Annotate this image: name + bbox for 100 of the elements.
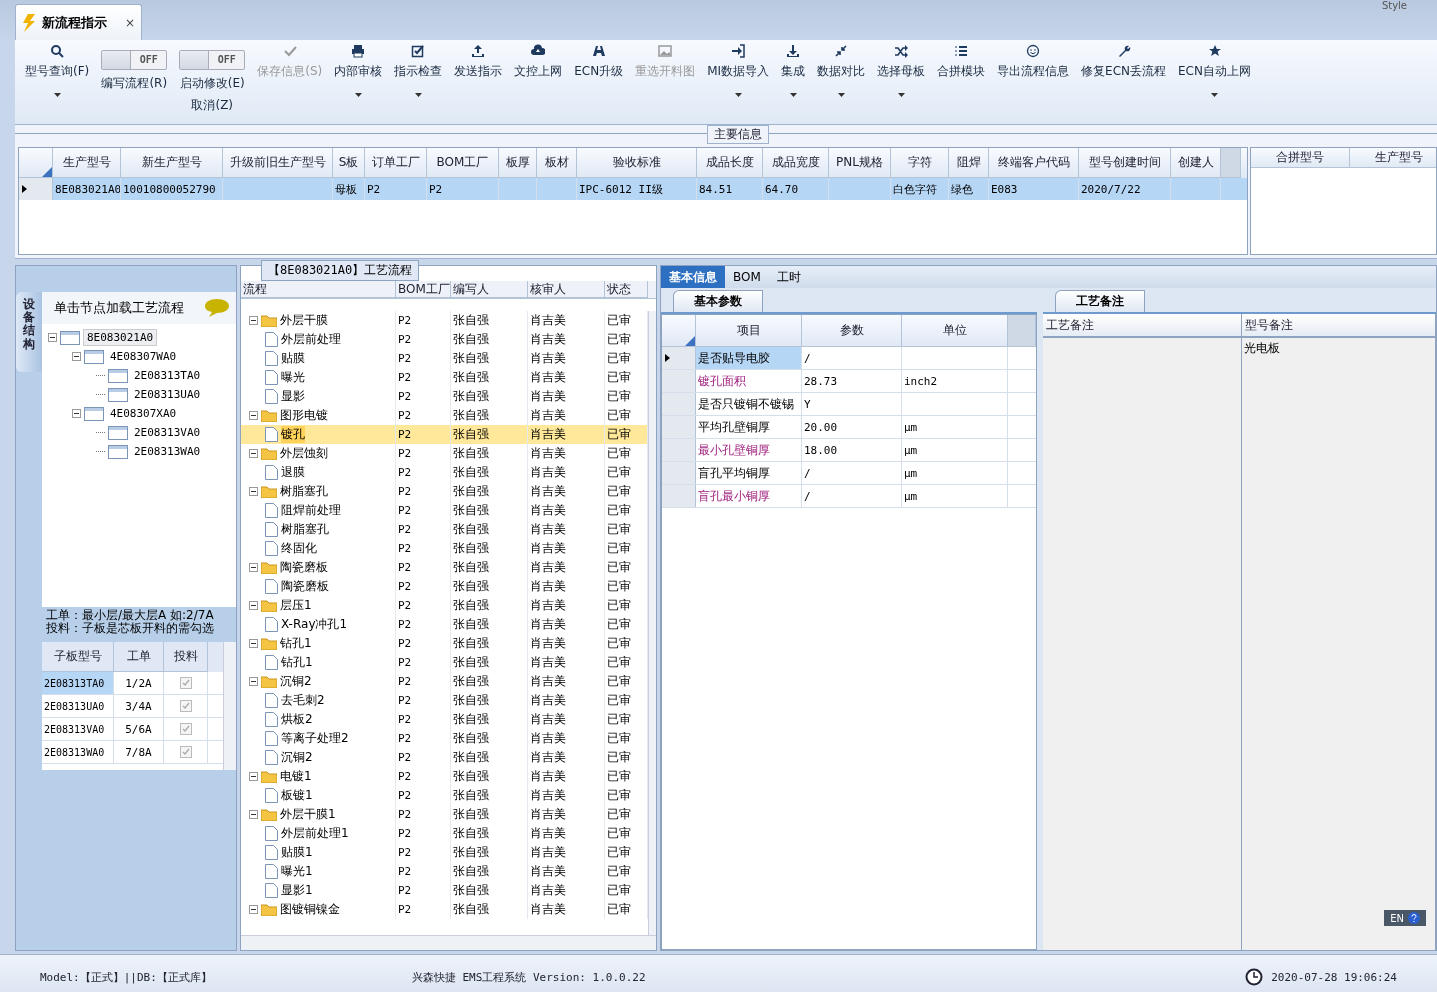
toolbar-button[interactable]: 文控上网 <box>508 42 569 122</box>
toolbar-button[interactable]: MI数据导入 <box>701 42 776 122</box>
toggle-switch[interactable]: OFF <box>101 50 168 70</box>
table-row[interactable]: 2E08313TA0 1/2A <box>42 672 223 695</box>
toggle-switch[interactable]: OFF <box>179 50 246 70</box>
column-header[interactable]: 投料 <box>164 642 208 672</box>
process-row[interactable]: 退膜 P2 张自强 肖吉美 已审 <box>241 463 648 482</box>
column-header[interactable]: 工单 <box>114 642 164 672</box>
process-row[interactable]: 阻焊前处理 P2 张自强 肖吉美 已审 <box>241 501 648 520</box>
column-header[interactable]: 流程 <box>241 281 396 298</box>
toolbar-button[interactable]: 型号查询(F) <box>19 42 96 122</box>
table-row[interactable]: 8E083021A0 10010800052790 母板 P2 P2 IPC-6012 II级 84.51 64.70 白色字符 绿色 E083 2020/7/22 <box>19 178 1247 200</box>
tab[interactable]: 基本信息 <box>661 266 725 288</box>
scrollbar[interactable] <box>648 311 656 935</box>
toolbar-button[interactable]: 集成 <box>775 42 812 122</box>
process-row[interactable]: 外层蚀刻 P2 张自强 肖吉美 已审 <box>241 444 648 463</box>
process-row[interactable]: 沉铜2 P2 张自强 肖吉美 已审 <box>241 748 648 767</box>
column-header[interactable]: 核审人 <box>528 281 605 298</box>
process-row[interactable]: 贴膜1 P2 张自强 肖吉美 已审 <box>241 843 648 862</box>
collapse-icon[interactable] <box>249 905 258 914</box>
column-header[interactable]: 生产型号 <box>1350 148 1436 168</box>
scrollbar[interactable] <box>241 935 656 950</box>
collapse-icon[interactable] <box>249 772 258 781</box>
process-row[interactable]: 陶瓷磨板 P2 张自强 肖吉美 已审 <box>241 558 648 577</box>
table-row[interactable]: 2E08313UA0 3/4A <box>42 695 223 718</box>
toolbar-button[interactable]: 修复ECN丢流程 <box>1075 42 1173 122</box>
table-cell[interactable]: 平均孔壁铜厚 <box>696 416 802 438</box>
document-tab[interactable]: 新流程指示 × <box>15 4 142 40</box>
process-row[interactable]: X-Ray冲孔1 P2 张自强 肖吉美 已审 <box>241 615 648 634</box>
process-row[interactable]: 外层前处理 P2 张自强 肖吉美 已审 <box>241 330 648 349</box>
close-icon[interactable]: × <box>124 15 135 30</box>
process-row[interactable]: 板镀1 P2 张自强 肖吉美 已审 <box>241 786 648 805</box>
table-cell[interactable]: 最小孔壁铜厚 <box>696 439 802 461</box>
collapse-icon[interactable] <box>48 333 57 342</box>
collapse-icon[interactable] <box>249 316 258 325</box>
process-row[interactable]: 树脂塞孔 P2 张自强 肖吉美 已审 <box>241 482 648 501</box>
side-tab[interactable]: 设备结构 <box>16 292 42 372</box>
column-header[interactable]: 合拼型号 <box>1251 148 1350 168</box>
process-row[interactable]: 贴膜 P2 张自强 肖吉美 已审 <box>241 349 648 368</box>
table-row[interactable]: 2E08313VA0 5/6A <box>42 718 223 741</box>
table-cell[interactable]: 镀孔面积 <box>696 370 802 392</box>
tree-node[interactable]: 2E08313WA0 <box>131 444 204 459</box>
collapse-icon[interactable] <box>249 411 258 420</box>
process-row[interactable]: 层压1 P2 张自强 肖吉美 已审 <box>241 596 648 615</box>
process-row[interactable]: 曝光 P2 张自强 肖吉美 已审 <box>241 368 648 387</box>
toolbar-button[interactable]: 导出流程信息 <box>991 42 1076 122</box>
toolbar-button[interactable]: 指示检查 <box>388 42 449 122</box>
help-icon[interactable] <box>1408 912 1420 924</box>
checkbox[interactable] <box>179 677 192 689</box>
process-row[interactable]: 外层干膜 P2 张自强 肖吉美 已审 <box>241 311 648 330</box>
style-menu[interactable]: Style <box>1381 0 1407 11</box>
checkbox[interactable] <box>179 700 192 712</box>
column-header[interactable]: 参数 <box>802 315 902 347</box>
tab[interactable]: 基本参数 <box>673 290 763 312</box>
table-cell[interactable]: 盲孔最小铜厚 <box>696 485 802 507</box>
column-header[interactable]: 状态 <box>605 281 648 298</box>
collapse-icon[interactable] <box>72 409 81 418</box>
column-header[interactable]: 编写人 <box>451 281 528 298</box>
process-row[interactable]: 树脂塞孔 P2 张自强 肖吉美 已审 <box>241 520 648 539</box>
tree-node[interactable]: 4E08307WA0 <box>107 349 180 364</box>
tab[interactable]: 工艺备注 <box>1055 290 1145 312</box>
collapse-icon[interactable] <box>72 352 81 361</box>
collapse-icon[interactable] <box>249 677 258 686</box>
checkbox[interactable] <box>179 723 192 735</box>
process-row[interactable]: 等离子处理2 P2 张自强 肖吉美 已审 <box>241 729 648 748</box>
process-row[interactable]: 曝光1 P2 张自强 肖吉美 已审 <box>241 862 648 881</box>
column-header[interactable]: BOM工厂 <box>396 281 451 298</box>
process-row[interactable]: 电镀1 P2 张自强 肖吉美 已审 <box>241 767 648 786</box>
toolbar-button[interactable]: ECN自动上网 <box>1172 42 1257 122</box>
table-cell[interactable]: 是否贴导电胶 <box>696 347 802 369</box>
collapse-icon[interactable] <box>249 449 258 458</box>
toolbar-button[interactable]: ECN升级 <box>568 42 630 122</box>
toolbar-button[interactable]: 数据对比 <box>811 42 872 122</box>
tree-node[interactable]: 2E08313VA0 <box>131 425 204 440</box>
process-row[interactable]: 显影1 P2 张自强 肖吉美 已审 <box>241 881 648 900</box>
process-row[interactable]: 外层干膜1 P2 张自强 肖吉美 已审 <box>241 805 648 824</box>
toolbar-button[interactable]: 选择母板 <box>871 42 932 122</box>
process-row[interactable]: 外层前处理1 P2 张自强 肖吉美 已审 <box>241 824 648 843</box>
tab[interactable]: 工时 <box>768 266 809 288</box>
collapse-icon[interactable] <box>249 601 258 610</box>
process-row[interactable]: 显影 P2 张自强 肖吉美 已审 <box>241 387 648 406</box>
process-row[interactable]: 钻孔1 P2 张自强 肖吉美 已审 <box>241 653 648 672</box>
toolbar-button[interactable]: 内部审核 <box>328 42 389 122</box>
table-cell[interactable]: 是否只镀铜不镀锡 <box>696 393 802 415</box>
process-row[interactable]: 钻孔1 P2 张自强 肖吉美 已审 <box>241 634 648 653</box>
cancel-button[interactable]: 取消(Z) <box>191 97 234 114</box>
tree-node[interactable]: 2E08313TA0 <box>131 368 204 383</box>
tree-node[interactable]: 4E08307XA0 <box>107 406 180 421</box>
table-cell[interactable]: 盲孔平均铜厚 <box>696 462 802 484</box>
toolbar-button[interactable]: 发送指示 <box>448 42 509 122</box>
process-row[interactable]: 图镀铜镍金 P2 张自强 肖吉美 已审 <box>241 900 648 919</box>
scrollbar[interactable] <box>223 642 236 770</box>
collapse-icon[interactable] <box>249 563 258 572</box>
tree-node[interactable]: 8E083021A0 <box>83 329 158 346</box>
tree-node[interactable]: 2E08313UA0 <box>131 387 204 402</box>
collapse-icon[interactable] <box>249 639 258 648</box>
process-row[interactable]: 沉铜2 P2 张自强 肖吉美 已审 <box>241 672 648 691</box>
collapse-icon[interactable] <box>249 487 258 496</box>
checkbox[interactable] <box>179 746 192 758</box>
row-header[interactable] <box>662 347 696 369</box>
